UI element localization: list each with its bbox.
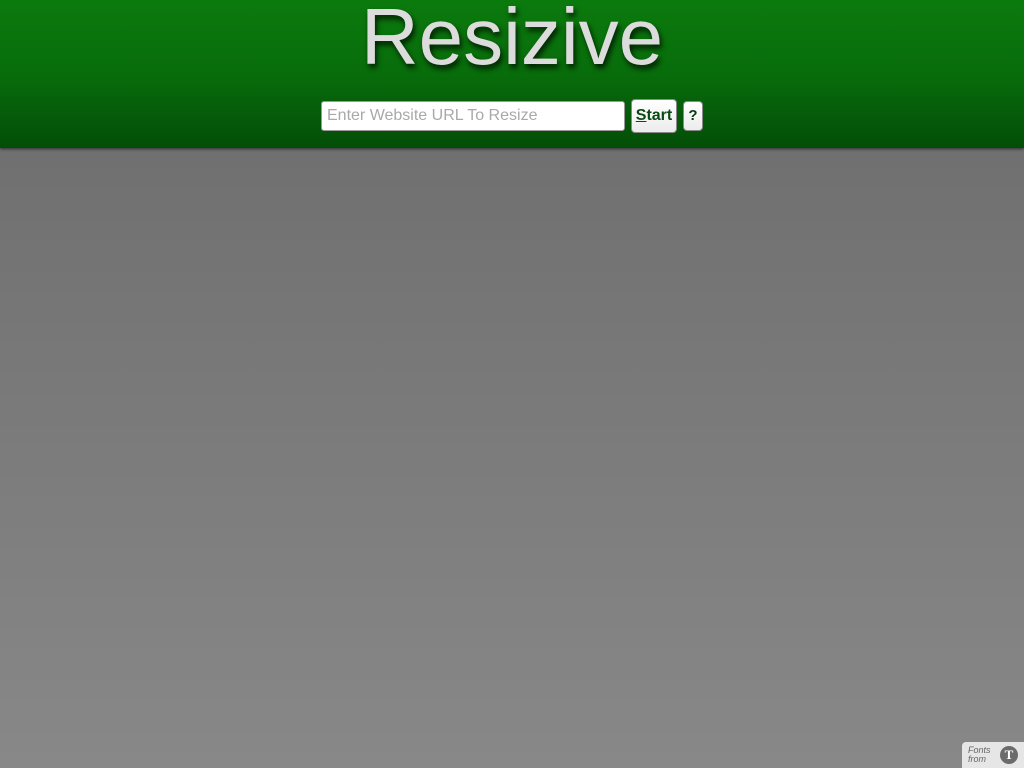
start-button[interactable]: Start xyxy=(631,99,677,133)
header-bar: Resizive Start ? xyxy=(0,0,1024,148)
fonts-badge-text: Fonts from xyxy=(968,745,991,764)
app-title: Resizive xyxy=(360,0,664,81)
typekit-logo-icon: T xyxy=(1000,746,1018,764)
url-input[interactable] xyxy=(321,101,625,131)
start-label-rest: tart xyxy=(646,107,673,124)
help-button[interactable]: ? xyxy=(683,101,703,131)
start-accesskey-letter: S xyxy=(635,107,647,124)
fonts-badge[interactable]: Fonts from T xyxy=(962,742,1024,768)
